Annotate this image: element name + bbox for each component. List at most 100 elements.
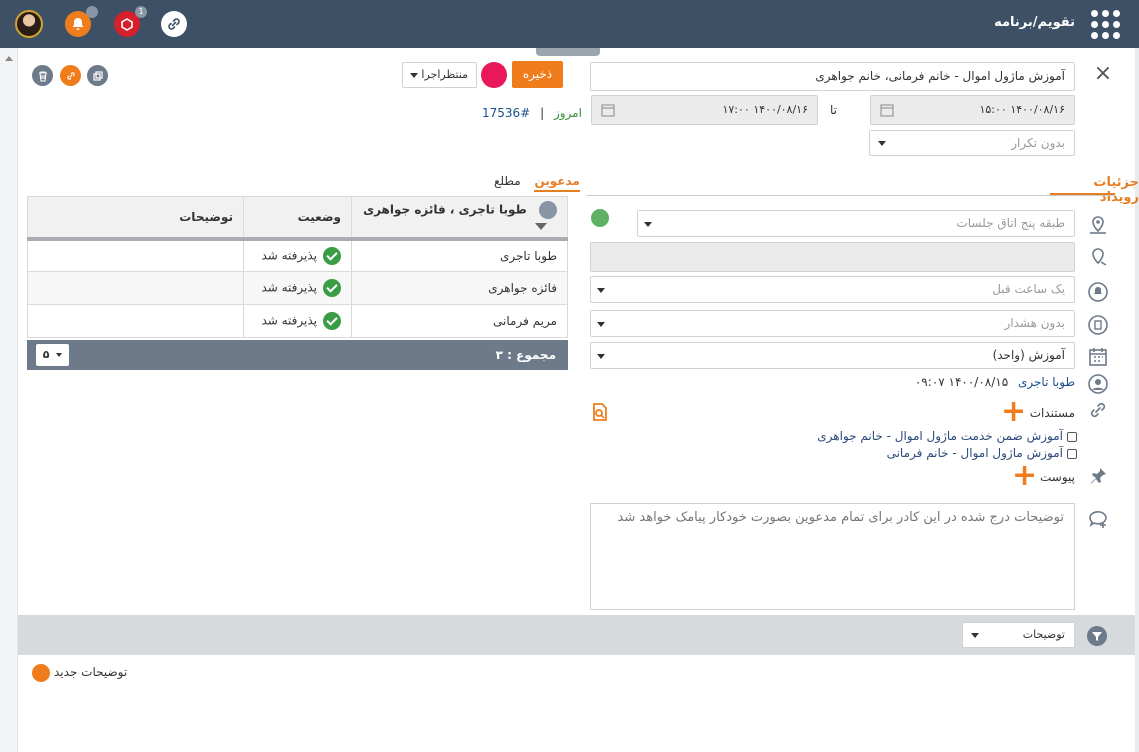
new-note-link[interactable]: توضیحات جدید bbox=[54, 665, 127, 679]
chevron-down-icon bbox=[56, 353, 63, 357]
event-details-title: جزئیات رویداد bbox=[1093, 175, 1139, 205]
event-id: #17536 bbox=[482, 106, 531, 120]
alarm-icon[interactable]: 1 bbox=[114, 6, 147, 37]
table-row[interactable]: طوبا تاجری پذیرفته شد bbox=[27, 238, 568, 272]
repeat-select[interactable]: بدون تکرار bbox=[869, 130, 1075, 156]
right-scrollbar[interactable] bbox=[1135, 48, 1139, 752]
reminder-bell-icon bbox=[1088, 282, 1108, 302]
close-icon[interactable]: × bbox=[1093, 63, 1113, 85]
tab-invitees[interactable]: مدعوین bbox=[534, 174, 580, 192]
category-select[interactable]: آموزش (واحد) bbox=[590, 342, 1075, 369]
color-picker[interactable] bbox=[481, 62, 507, 88]
table-footer: مجموع : ۳ ۵ bbox=[27, 340, 568, 370]
reminder-select[interactable]: یک ساعت قبل bbox=[590, 276, 1075, 303]
page-size-select[interactable]: ۵ bbox=[36, 344, 69, 366]
invitee-note bbox=[27, 271, 244, 305]
location-value: طبقه پنج اتاق جلسات bbox=[956, 216, 1065, 230]
location-icon bbox=[1090, 216, 1106, 234]
tab-informed[interactable]: مطلع bbox=[494, 174, 521, 188]
bell-badge bbox=[86, 6, 98, 18]
invitees-table: طوبا تاجری ، فائزه جواهری وضعیت توضیحات … bbox=[27, 196, 568, 338]
document-item[interactable]: آموزش ضمن خدمت ماژول اموال - خانم جواهری bbox=[817, 428, 1077, 445]
attachment-link-icon bbox=[1090, 402, 1106, 418]
invitee-name: فائزه جواهری bbox=[351, 271, 568, 305]
chevron-down-icon bbox=[597, 288, 605, 293]
table-row[interactable]: فائزه جواهری پذیرفته شد bbox=[27, 271, 568, 305]
documents-list: آموزش ضمن خدمت ماژول اموال - خانم جواهری… bbox=[817, 428, 1077, 462]
check-icon bbox=[323, 312, 341, 330]
column-header-names[interactable]: طوبا تاجری ، فائزه جواهری bbox=[351, 196, 568, 241]
notifications-bell-icon[interactable] bbox=[65, 6, 98, 37]
invitee-name: مریم فرمانی bbox=[351, 304, 568, 338]
status-select[interactable]: منتظراجرا bbox=[402, 62, 477, 88]
notes-filter-value: توضیحات bbox=[1022, 628, 1065, 641]
document-icon bbox=[1067, 448, 1077, 459]
top-bar: تقویم/برنامه 1 bbox=[0, 0, 1139, 48]
status-value: منتظراجرا bbox=[421, 68, 468, 81]
add-attachment-button[interactable]: + bbox=[1012, 461, 1037, 491]
category-value: آموزش (واحد) bbox=[992, 348, 1065, 362]
creator-name[interactable]: طوبا تاجری bbox=[1018, 375, 1075, 389]
chevron-down-icon bbox=[644, 222, 652, 227]
chevron-down-icon bbox=[410, 73, 418, 78]
created-at: ۱۴۰۰/۰۸/۱۵ ۰۹:۰۷ bbox=[914, 375, 1009, 389]
names-header: طوبا تاجری ، فائزه جواهری bbox=[363, 202, 527, 217]
start-datetime-field[interactable]: ۱۴۰۰/۰۸/۱۶ ۱۵:۰۰ bbox=[870, 95, 1075, 125]
pencil-icon[interactable] bbox=[32, 664, 50, 682]
chevron-down-icon bbox=[597, 354, 605, 359]
total-count: مجموع : ۳ bbox=[495, 348, 556, 362]
location-edit-icon bbox=[1092, 248, 1107, 266]
location-select[interactable]: طبقه پنج اتاق جلسات bbox=[637, 210, 1075, 237]
app-title: تقویم/برنامه bbox=[994, 15, 1075, 30]
pin-icon bbox=[1091, 468, 1106, 484]
scroll-up-icon[interactable] bbox=[5, 56, 13, 61]
end-datetime-field[interactable]: ۱۴۰۰/۰۸/۱۶ ۱۷:۰۰ bbox=[591, 95, 818, 125]
invitee-status: پذیرفته شد bbox=[243, 271, 352, 305]
attachment-label: پیوست bbox=[1040, 470, 1075, 484]
status-text: پذیرفته شد bbox=[261, 248, 317, 263]
check-icon bbox=[323, 246, 341, 265]
event-title-input[interactable]: آموزش ماژول اموال - خانم فرمانی، خانم جو… bbox=[590, 62, 1075, 91]
link-icon[interactable] bbox=[60, 65, 81, 86]
collapse-handle[interactable] bbox=[536, 48, 600, 56]
status-text: پذیرفته شد bbox=[261, 313, 317, 328]
reminder-value: یک ساعت قبل bbox=[992, 282, 1065, 296]
location-confirm-icon[interactable] bbox=[591, 209, 609, 227]
add-user-icon[interactable] bbox=[539, 200, 557, 219]
to-label: تا bbox=[830, 103, 837, 117]
calendar-category-icon bbox=[1089, 348, 1107, 366]
calendar-icon bbox=[601, 104, 615, 117]
save-button[interactable]: ذخیره bbox=[512, 61, 563, 88]
document-icon bbox=[1067, 431, 1077, 442]
today-row: امروز | #17536 bbox=[482, 106, 582, 120]
documents-label: مستندات bbox=[1029, 406, 1075, 420]
notes-filter-select[interactable]: توضیحات bbox=[962, 622, 1075, 648]
check-icon bbox=[323, 279, 341, 297]
invitee-note bbox=[27, 238, 244, 272]
warning-icon bbox=[1088, 315, 1108, 335]
column-header-status[interactable]: وضعیت bbox=[243, 196, 352, 241]
apps-grid-icon[interactable] bbox=[1091, 10, 1121, 40]
filter-icon[interactable] bbox=[1087, 626, 1107, 646]
copy-icon[interactable] bbox=[87, 65, 108, 86]
today-link[interactable]: امروز bbox=[554, 106, 582, 120]
left-gutter bbox=[0, 48, 18, 752]
document-link[interactable]: آموزش ضمن خدمت ماژول اموال - خانم جواهری bbox=[817, 429, 1063, 443]
link-icon[interactable] bbox=[161, 11, 187, 37]
calendar-icon bbox=[880, 104, 894, 117]
description-textarea[interactable] bbox=[590, 503, 1075, 610]
column-header-notes[interactable]: توضیحات bbox=[27, 196, 244, 241]
end-datetime-value: ۱۴۰۰/۰۸/۱۶ ۱۷:۰۰ bbox=[722, 103, 808, 116]
delete-icon[interactable] bbox=[32, 65, 53, 86]
user-avatar[interactable] bbox=[15, 10, 43, 38]
table-row[interactable]: مریم فرمانی پذیرفته شد bbox=[27, 304, 568, 338]
warning-select[interactable]: بدون هشدار bbox=[590, 310, 1075, 337]
repeat-value: بدون تکرار bbox=[1011, 136, 1065, 150]
document-search-icon[interactable] bbox=[591, 403, 609, 421]
details-divider bbox=[586, 195, 1113, 196]
sort-down-icon[interactable] bbox=[535, 222, 547, 230]
details-tab-underline bbox=[1050, 193, 1115, 195]
add-document-button[interactable]: + bbox=[1001, 397, 1026, 427]
location-details-field[interactable] bbox=[590, 242, 1075, 272]
document-item[interactable]: آموزش ماژول اموال - خانم فرمانی bbox=[817, 445, 1077, 462]
